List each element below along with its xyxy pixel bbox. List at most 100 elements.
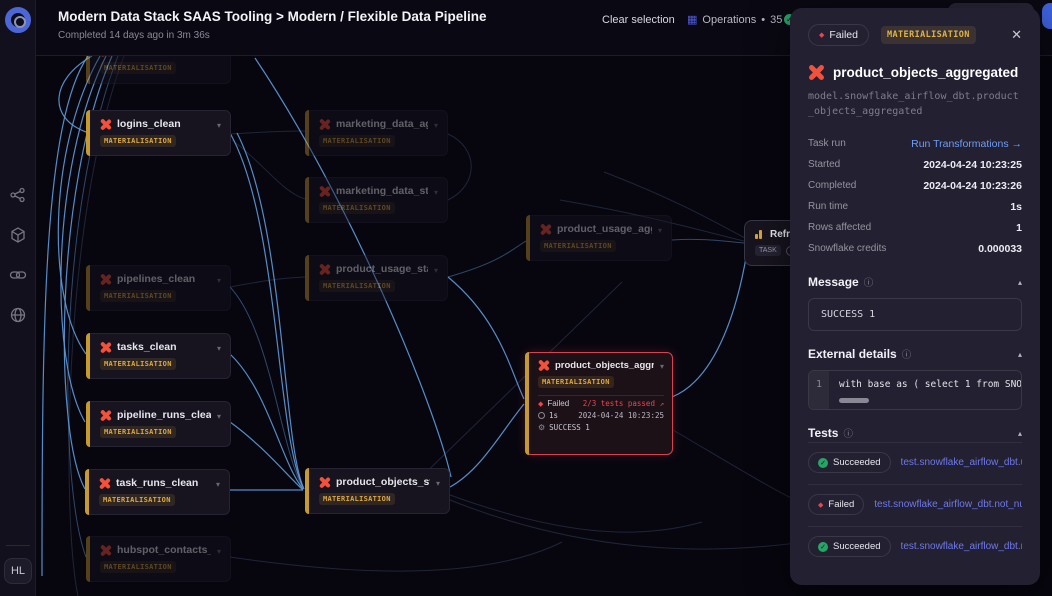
operations-grid-icon: ▦ [687,13,697,26]
dbt-icon [319,264,330,275]
node-badge: MATERIALISATION [100,135,176,147]
node-badge: MATERIALISATION [319,202,395,214]
close-icon[interactable]: ✕ [1011,28,1022,43]
sql-code-box: 1 with base as ( select 1 from SNOWFLAKE [808,370,1022,410]
test-row: ◆ Failed test.snowflake_airflow_dbt.not_… [808,484,1022,524]
chevron-down-icon[interactable]: ▾ [436,479,440,488]
tests-section-header: Tests ⓘ ▴ [808,426,1022,440]
dag-node-pipelines-clean[interactable]: pipelines_clean ▾ MATERIALISATION [86,265,231,311]
user-avatar[interactable]: HL [4,558,32,584]
globe-icon[interactable] [9,306,27,324]
node-badge: MATERIALISATION [319,280,395,292]
chevron-down-icon[interactable]: ▾ [217,121,221,130]
node-badge: MATERIALISATION [540,240,616,252]
tests-summary-link[interactable]: 2/3 tests passed ↗ [583,399,664,408]
operations-filter[interactable]: ▦ Operations • 35 [687,13,782,26]
dbt-icon [540,224,551,235]
collapse-icon[interactable]: ▴ [1018,350,1022,359]
test-row: ✓ Succeeded test.snowflake_airflow_dbt.n… [808,526,1022,566]
dbt-icon [100,342,111,353]
node-name: pipelines_clean [117,273,211,285]
node-badge: MATERIALISATION [100,561,176,573]
cube-icon[interactable] [9,226,27,244]
info-icon: ⓘ [864,275,874,289]
collapse-icon[interactable]: ▴ [1018,278,1022,287]
run-summary: Completed 14 days ago in 3m 36s [58,30,210,41]
pipelines-graph-icon[interactable] [9,186,27,204]
detail-row: Started2024-04-24 10:23:25 [808,154,1022,175]
dag-node-marketing-data-aggregated[interactable]: marketing_data_aggregated ▾ MATERIALISAT… [305,110,448,156]
test-link[interactable]: test.snowflake_airflow_dbt.not_null_pr [874,499,1022,510]
node-detail-panel: ◆ Failed MATERIALISATION ✕ product_objec… [790,8,1040,585]
chevron-down-icon[interactable]: ▾ [217,547,221,556]
detail-row: Rows affected1 [808,217,1022,238]
chevron-down-icon[interactable]: ▾ [434,266,438,275]
node-name: task_runs_clean [116,477,210,489]
dag-node-marketing-data-staging[interactable]: marketing_data_staging ▾ MATERIALISATION [305,177,448,223]
chevron-down-icon[interactable]: ▾ [217,412,221,421]
status-label: Failed [829,29,858,41]
line-number: 1 [809,371,829,409]
test-status-badge: ✓ Succeeded [808,452,891,473]
task-badge: TASK [755,245,781,256]
dag-node-product-usage-aggregated[interactable]: product_usage_aggregated ▾ MATERIALISATI… [526,215,672,261]
horizontal-scrollbar[interactable] [839,398,869,403]
dag-node-product-objects-aggregated-selected[interactable]: product_objects_aggregated ▾ MATERIALISA… [525,352,673,455]
chevron-down-icon[interactable]: ▾ [658,226,662,235]
chevron-down-icon[interactable]: ▾ [217,276,221,285]
link-icon[interactable] [9,266,27,284]
dag-node-product-objects-staging[interactable]: product_objects_staging ▾ MATERIALISATIO… [305,468,450,514]
header-primary-button[interactable] [1042,3,1052,29]
node-name: logins_clean [117,118,211,130]
external-details-section-header: External details ⓘ ▴ [808,347,1022,361]
info-icon: ⓘ [843,426,853,440]
task-run-link[interactable]: Run Transformations → [911,138,1022,150]
operations-dot: • [761,14,765,26]
page-title: Modern Data Stack SAAS Tooling > Modern … [58,9,486,24]
chevron-down-icon[interactable]: ▾ [434,121,438,130]
node-stripe [86,265,90,311]
dbt-icon [100,274,111,285]
dag-node-task-runs-clean[interactable]: task_runs_clean ▾ MATERIALISATION [85,469,230,515]
dag-node-pipeline-runs-clean[interactable]: pipeline_runs_clean ▾ MATERIALISATION [86,401,231,447]
chevron-down-icon[interactable]: ▾ [217,344,221,353]
dbt-icon [100,410,111,421]
node-stripe [305,468,309,514]
node-badge: MATERIALISATION [99,494,175,506]
chevron-down-icon[interactable]: ▾ [216,480,220,489]
operations-count: 35 [770,14,782,26]
dag-node-product-usage-staging[interactable]: product_usage_staging ▾ MATERIALISATION [305,255,448,301]
status-badge: ◆ Failed [808,24,869,46]
panel-title: product_objects_aggregated [833,65,1018,80]
chevron-down-icon[interactable]: ▾ [434,188,438,197]
dag-node-tasks-clean[interactable]: tasks_clean ▾ MATERIALISATION [86,333,231,379]
node-stripe [305,110,309,156]
dbt-icon [319,119,330,130]
node-stripe [86,401,90,447]
dag-node-logins-clean[interactable]: logins_clean ▾ MATERIALISATION [86,110,231,156]
node-stripe [86,333,90,379]
node-runtime: 1s [549,411,558,420]
dag-node-hubspot-contacts-clean[interactable]: hubspot_contacts_clean ▾ MATERIALISATION [86,536,231,582]
node-message: SUCCESS 1 [549,423,590,432]
message-box: SUCCESS 1 [808,298,1022,331]
test-link[interactable]: test.snowflake_airflow_dbt.unique_pro [901,457,1022,468]
node-name: tasks_clean [117,341,211,353]
clear-selection-button[interactable]: Clear selection [602,14,675,26]
collapse-icon[interactable]: ▴ [1018,429,1022,438]
dbt-icon [538,360,549,371]
node-name: product_usage_staging [336,263,428,275]
chevron-down-icon[interactable]: ▾ [660,362,664,371]
detail-row: Task runRun Transformations → [808,133,1022,154]
node-timestamp: 2024-04-24 10:23:25 [578,411,664,420]
materialisation-badge: MATERIALISATION [881,26,976,44]
app-logo-icon[interactable] [5,7,31,33]
node-name: product_objects_aggregated [555,360,654,371]
message-section-header: Message ⓘ ▴ [808,275,1022,289]
test-link[interactable]: test.snowflake_airflow_dbt.not_null_pr [901,541,1022,552]
sidebar: HL [0,0,36,596]
gear-icon: ⚙ [538,423,545,432]
failed-diamond-icon: ◆ [819,31,824,39]
chart-icon [755,230,764,239]
failed-diamond-icon: ◆ [818,501,823,509]
